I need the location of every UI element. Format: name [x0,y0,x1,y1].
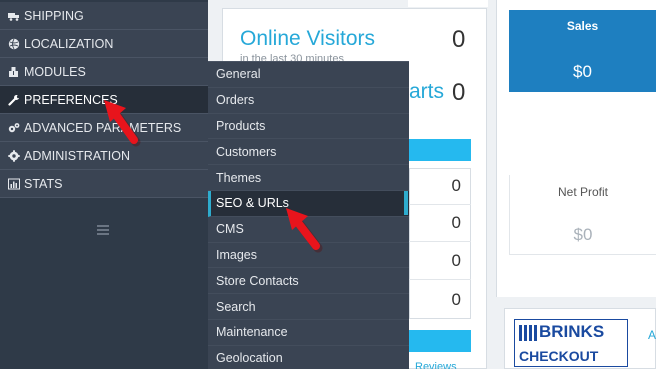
sidebar-item-label: MODULES [24,64,86,79]
wrench-icon [7,93,21,107]
sales-label: Sales [566,19,599,33]
sidebar-item-label: STATS [24,176,63,191]
sidebar-item-localization[interactable]: LOCALIZATION [0,30,208,58]
active-carts-value: 0 [452,79,466,106]
sales-tile[interactable]: Sales $0 [509,10,656,92]
section-header-bar [409,330,471,352]
sidebar-item-label: SHIPPING [24,8,84,23]
sidebar-item-label: ADMINISTRATION [24,148,131,163]
submenu-item-orders[interactable]: Orders [208,88,409,114]
brinks-bars-icon [519,325,537,341]
sidebar-item-modules[interactable]: MODULES [0,58,208,86]
gear-icon [7,149,21,163]
section-header-bar [409,139,471,161]
red-arrow-preferences [104,100,141,147]
brinks-wordmark: BRINKS [539,322,605,341]
sidebar-item-label: LOCALIZATION [24,36,114,51]
brinks-checkout-logo[interactable]: BRINKS CHECKOUT [514,319,628,367]
online-visitors-value: 0 [452,26,466,53]
net-profit-value: $0 [573,225,593,244]
submenu-item-customers[interactable]: Customers [208,139,409,166]
submenu-item-themes[interactable]: Themes [208,165,409,191]
stats-row-value: 0 [451,289,461,309]
stats-row-value: 0 [409,243,471,280]
brinks-side-link[interactable]: A [648,328,656,342]
reviews-link[interactable]: Reviews [415,361,457,369]
sidebar-item-stats[interactable]: STATS [0,170,208,198]
bar-chart-icon [7,177,21,191]
hamburger-icon[interactable] [96,224,110,236]
submenu-item-search[interactable]: Search [208,294,409,320]
net-profit-label: Net Profit [557,185,608,199]
submenu-item-maintenance[interactable]: Maintenance [208,320,409,346]
puzzle-icon [7,65,21,79]
submenu-item-products[interactable]: Products [208,114,409,140]
cogs-icon [7,121,21,135]
stats-row-value: 0 [409,168,471,205]
sales-value: $0 [573,62,592,81]
red-arrow-seo-urls [286,208,323,253]
submenu-item-geolocation[interactable]: Geolocation [208,346,409,369]
sidebar: SHIPPING LOCALIZATION MODULES PREFERENCE… [0,0,208,369]
globe-icon [7,37,21,51]
active-item-indicator [404,191,408,215]
net-profit-tile[interactable]: Net Profit $0 [509,175,656,255]
sidebar-item-shipping[interactable]: SHIPPING [0,2,208,30]
brinks-checkout-text: CHECKOUT [519,348,599,364]
truck-icon [7,9,21,23]
submenu-item-store-contacts[interactable]: Store Contacts [208,268,409,295]
online-visitors-title: Online Visitors [240,27,376,50]
active-carts-title: arts [409,80,445,103]
submenu-item-general[interactable]: General [208,62,409,88]
stats-row-value: 0 [409,205,471,242]
toolbar-strip [408,0,488,7]
